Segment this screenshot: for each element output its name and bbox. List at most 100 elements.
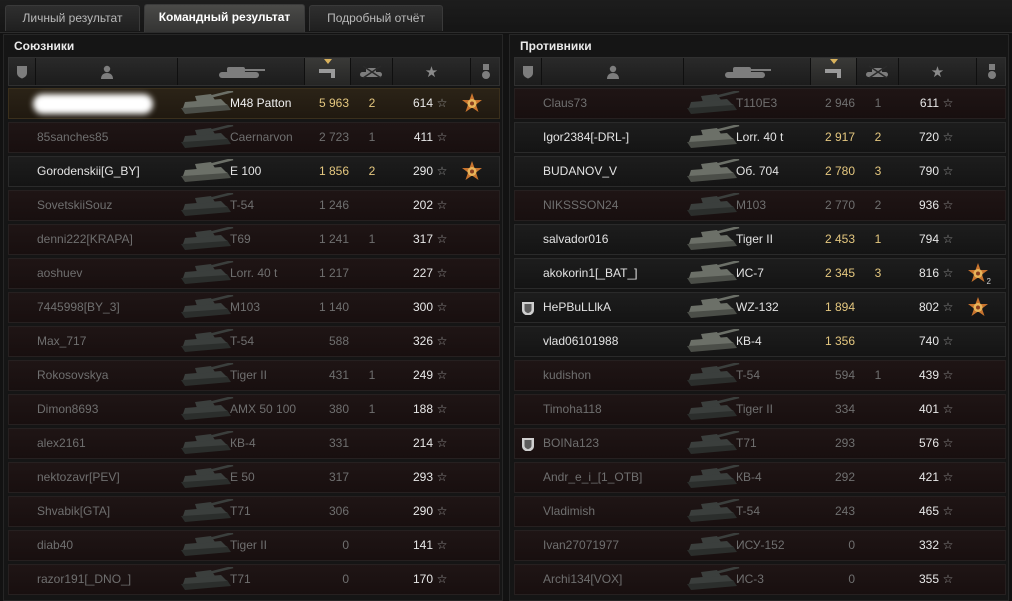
damage-value: 588 <box>328 334 349 348</box>
player-row[interactable]: Claus73 T110E3 2 946 1 611 ☆ <box>514 88 1006 119</box>
tank-name: T71 <box>230 504 251 518</box>
player-row[interactable]: Rokosovskya Tiger II 431 1 249 ☆ <box>8 360 500 391</box>
player-row[interactable]: aoshuev Lorr. 40 t1 217 227 ☆ <box>8 258 500 289</box>
xp-value: 790 <box>918 164 939 178</box>
kills-column-header[interactable] <box>351 58 393 85</box>
xp-value: 300 <box>412 300 433 314</box>
medal-header-icon <box>482 63 490 79</box>
player-row[interactable]: M48 Patton 5 963 2 614 ☆ <box>8 88 500 119</box>
tab-detailed-report[interactable]: Подробный отчёт <box>309 5 443 31</box>
tank-name: Tiger II <box>736 232 773 246</box>
medal-icon[interactable] <box>460 92 486 116</box>
player-row[interactable]: NIKSSSON24 M103 2 770 2 936 ☆ <box>514 190 1006 221</box>
player-column-header[interactable] <box>542 58 684 85</box>
player-row[interactable]: vlad06101988 КВ-4 1 356 740 ☆ <box>514 326 1006 357</box>
tank-icon <box>177 397 235 423</box>
tank-icon <box>177 431 235 457</box>
player-column-header[interactable] <box>36 58 178 85</box>
player-row[interactable]: BOINa123 T71 293 576 ☆ <box>514 428 1006 459</box>
damage-value: 1 140 <box>318 300 349 314</box>
destroyed-tank-icon <box>359 64 382 79</box>
squad-column-header[interactable] <box>515 58 542 85</box>
kills-value: 3 <box>874 164 882 178</box>
kills-column-header[interactable] <box>857 58 899 85</box>
player-row[interactable]: 85sanches85 Caernarvon 2 723 1 411 ☆ <box>8 122 500 153</box>
sort-arrow-icon <box>829 59 838 64</box>
player-row[interactable]: Max_717 T-54 588 326 ☆ <box>8 326 500 357</box>
medals-column-header[interactable] <box>471 58 501 85</box>
star-icon: ★ <box>424 63 439 81</box>
allies-header: ★ <box>8 57 500 86</box>
player-row[interactable]: Vladimish T-54 243 465 ☆ <box>514 496 1006 527</box>
player-row[interactable]: Shvabik[GTA] T71 306 290 ☆ <box>8 496 500 527</box>
sort-arrow-icon <box>323 59 332 64</box>
player-row[interactable]: nektozavr[PEV] E 50 317 293 ☆ <box>8 462 500 493</box>
vehicle-icon <box>219 66 265 78</box>
player-row[interactable]: razor191[_DNO_] T71 0 170 ☆ <box>8 564 500 595</box>
vehicle-column-header[interactable] <box>684 58 811 85</box>
tab-personal-result[interactable]: Личный результат <box>5 5 140 31</box>
tank-icon <box>683 363 741 389</box>
player-row[interactable]: Dimon8693 AMX 50 100 380 1 188 ☆ <box>8 394 500 425</box>
tank-icon <box>177 329 235 355</box>
xp-column-header[interactable]: ★ <box>899 58 977 85</box>
player-row[interactable]: Igor2384[-DRL-] Lorr. 40 t2 917 2 720 ☆ <box>514 122 1006 153</box>
player-row[interactable]: denni222[KRAPA] T69 1 241 1 317 ☆ <box>8 224 500 255</box>
star-icon: ☆ <box>942 266 954 280</box>
medals-column-header[interactable] <box>977 58 1007 85</box>
player-row[interactable]: Ivan27071977 ИСУ-152 0 332 ☆ <box>514 530 1006 561</box>
player-row[interactable]: Gorodenskii[G_BY] E 100 1 856 2 290 ☆ <box>8 156 500 187</box>
player-row[interactable]: Andr_e_i_[1_OTB] КВ-4 292 421 ☆ <box>514 462 1006 493</box>
xp-value: 802 <box>918 300 939 314</box>
squad-column-header[interactable] <box>9 58 36 85</box>
damage-icon <box>318 68 335 78</box>
kills-value <box>365 565 379 594</box>
medal-icon[interactable] <box>966 296 992 320</box>
tank-name: ИС-7 <box>736 266 764 280</box>
player-row[interactable]: Archi134[VOX] ИС-3 0 355 ☆ <box>514 564 1006 595</box>
player-row[interactable]: BUDANOV_V Об. 704 2 780 3 790 ☆ <box>514 156 1006 187</box>
tank-icon <box>683 227 741 253</box>
tank-icon <box>683 567 741 593</box>
enemies-panel: Противники ★ Claus73 T110E3 2 946 1 611 ☆ Igor… <box>509 34 1009 601</box>
damage-value: 2 770 <box>824 198 855 212</box>
xp-value: 293 <box>412 470 433 484</box>
player-row[interactable]: salvador016 Tiger II 2 453 1 794 ☆ <box>514 224 1006 255</box>
clan-shield-icon <box>521 299 535 315</box>
medal-icon[interactable]: 2 <box>966 262 992 286</box>
kills-value: 1 <box>874 368 882 382</box>
tank-name: T69 <box>230 232 251 246</box>
damage-column-header[interactable] <box>811 58 857 85</box>
player-row[interactable]: akokorin1[_BAT_] ИС-7 2 345 3 816 ☆ 2 <box>514 258 1006 289</box>
player-row[interactable]: SovetskiiSouz T-54 1 246 202 ☆ <box>8 190 500 221</box>
tab-team-result[interactable]: Командный результат <box>144 4 305 32</box>
xp-value: 170 <box>412 572 433 586</box>
xp-value: 421 <box>918 470 939 484</box>
player-row[interactable]: HePBuLLlkA WZ-132 1 894 802 ☆ <box>514 292 1006 323</box>
tank-name: T-54 <box>230 198 255 212</box>
star-icon: ☆ <box>436 130 448 144</box>
damage-value: 2 723 <box>318 130 349 144</box>
tank-icon <box>177 465 235 491</box>
damage-value: 0 <box>342 572 349 586</box>
player-row[interactable]: diab40 Tiger II 0 141 ☆ <box>8 530 500 561</box>
damage-column-header[interactable] <box>305 58 351 85</box>
damage-value: 1 217 <box>318 266 349 280</box>
player-row[interactable]: alex2161 КВ-4 331 214 ☆ <box>8 428 500 459</box>
vehicle-column-header[interactable] <box>178 58 305 85</box>
player-row[interactable]: kudishon T-54 594 1 439 ☆ <box>514 360 1006 391</box>
kills-value <box>871 497 885 526</box>
player-row[interactable]: 7445998[BY_3] M103 1 140 300 ☆ <box>8 292 500 323</box>
xp-column-header[interactable]: ★ <box>393 58 471 85</box>
medal-icon[interactable] <box>460 160 486 184</box>
tank-name: Lorr. 40 t <box>230 266 278 280</box>
tank-icon <box>177 295 235 321</box>
kills-value <box>871 531 885 560</box>
star-icon: ☆ <box>942 470 954 484</box>
star-icon: ☆ <box>436 470 448 484</box>
tank-name: ИСУ-152 <box>736 538 785 552</box>
tank-name: Lorr. 40 t <box>736 130 784 144</box>
tank-icon <box>177 499 235 525</box>
player-row[interactable]: Timoha118 Tiger II 334 401 ☆ <box>514 394 1006 425</box>
damage-value: 331 <box>328 436 349 450</box>
